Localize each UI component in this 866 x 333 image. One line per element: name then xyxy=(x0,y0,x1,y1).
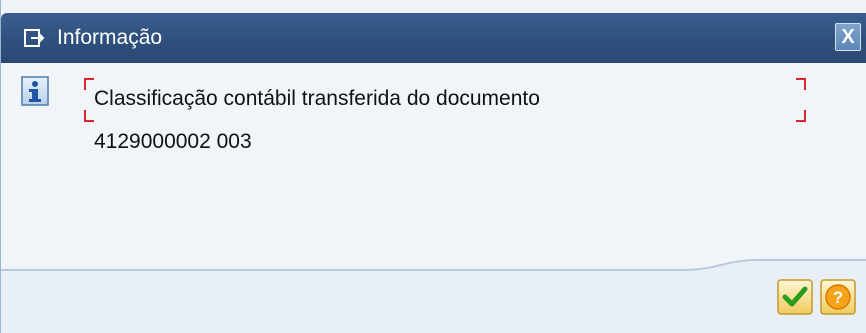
info-icon xyxy=(21,76,49,106)
svg-text:?: ? xyxy=(833,288,843,307)
close-button[interactable]: X xyxy=(835,23,861,51)
help-button[interactable]: ? xyxy=(820,279,856,315)
focus-corner-top-left xyxy=(84,78,94,90)
dialog-title: Informação xyxy=(57,26,163,49)
ok-button[interactable] xyxy=(777,279,813,315)
dialog-titlebar[interactable]: Informação X xyxy=(1,13,866,63)
message-text-line2: 4129000002 003 xyxy=(94,130,252,153)
dialog-footer xyxy=(1,259,866,333)
message-text-line1: Classificação contábil transferida do do… xyxy=(94,87,540,110)
focus-corner-bottom-right xyxy=(796,110,806,122)
window-icon xyxy=(24,29,45,47)
information-dialog: Informação X Classificação contábil tran… xyxy=(0,0,866,333)
focus-corner-top-right xyxy=(796,78,806,90)
focus-corner-bottom-left xyxy=(84,110,94,122)
